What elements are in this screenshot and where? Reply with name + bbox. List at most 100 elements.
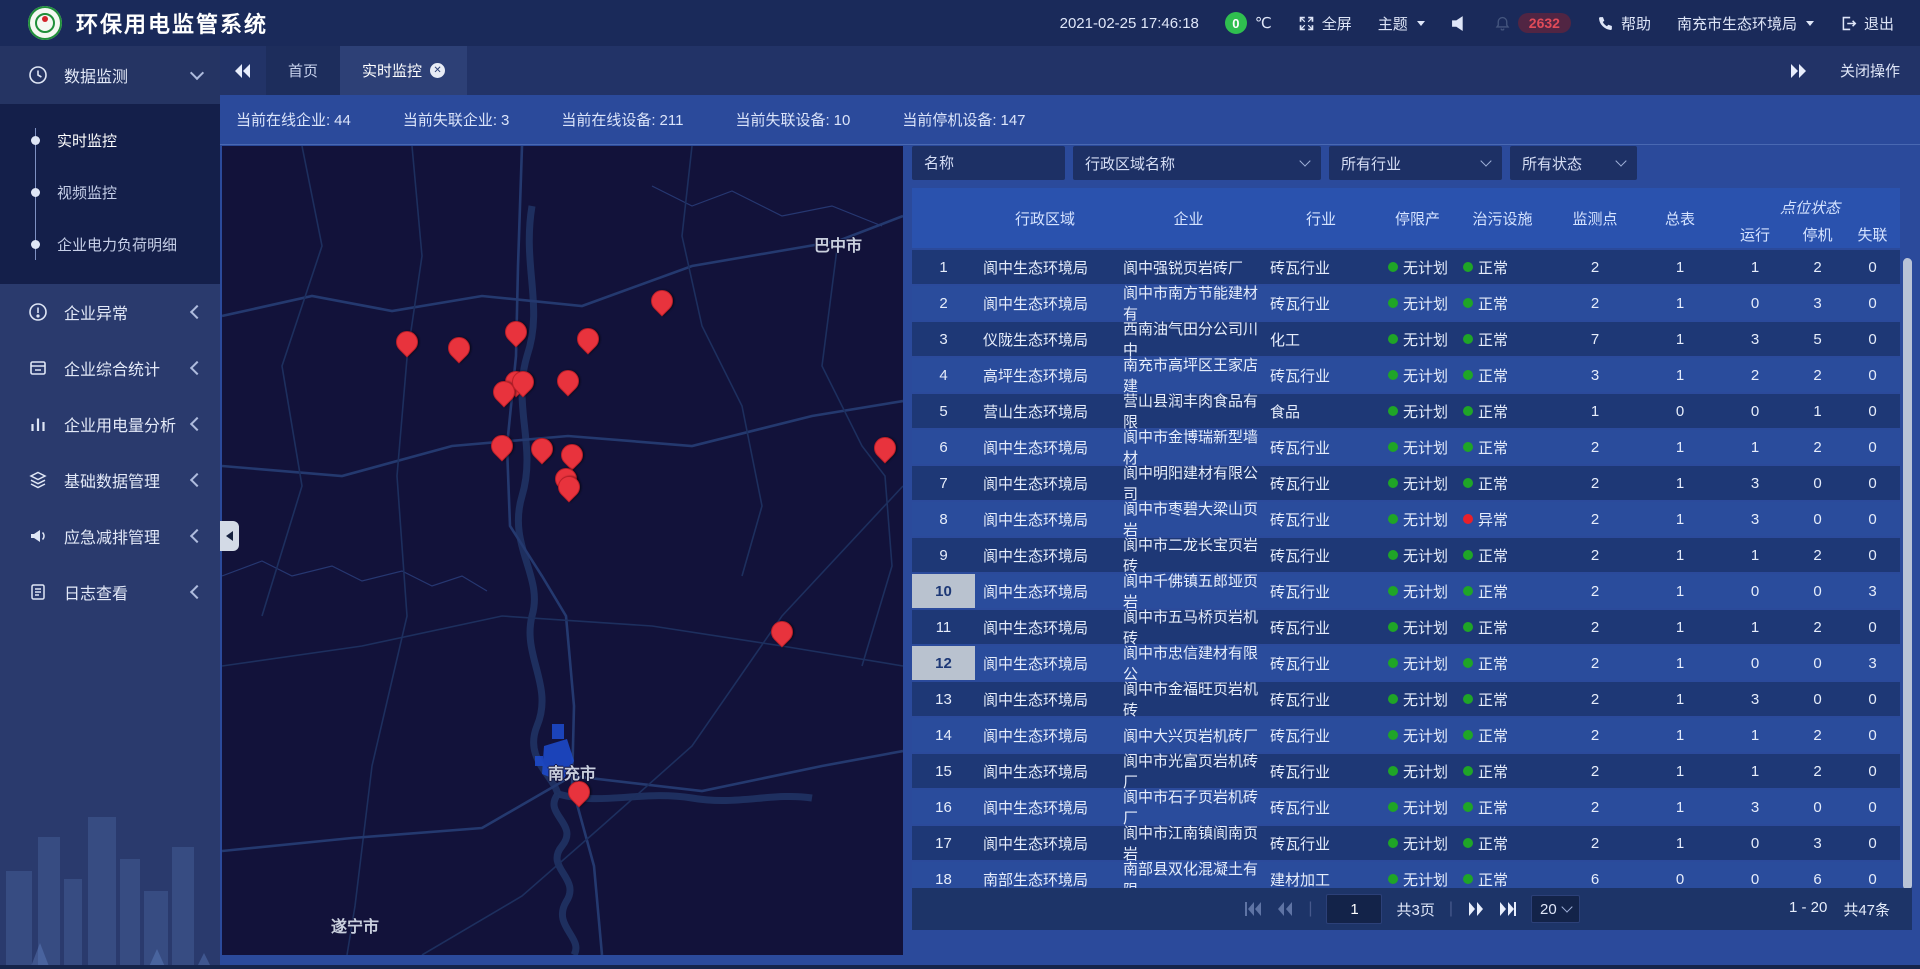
total-meter-count: 1 [1640,610,1720,644]
tab-label: 首页 [288,60,318,81]
volume-icon[interactable] [1451,15,1468,32]
status-label: 正常 [1478,761,1508,782]
column-header: 企业 [1115,188,1262,248]
table-row[interactable]: 1阆中生态环境局阆中强锐页岩砖厂砖瓦行业无计划正常21120 [912,250,1900,284]
status-cell: 无计划 [1380,538,1455,572]
halt-count: 2 [1790,754,1845,788]
status-label: 正常 [1478,797,1508,818]
halt-count: 5 [1790,322,1845,356]
table-row[interactable]: 11阆中生态环境局阆中市五马桥页岩机砖砖瓦行业无计划正常21120 [912,610,1900,644]
sidebar-subitem[interactable]: 实时监控 [0,114,220,166]
notifications-button[interactable]: 2632 [1494,13,1571,33]
region-cell: 阆中生态环境局 [975,790,1115,824]
table-row[interactable]: 6阆中生态环境局阆中市金博瑞新型墙材砖瓦行业无计划正常21120 [912,430,1900,464]
halt-count: 2 [1790,718,1845,752]
total-meter-count: 1 [1640,790,1720,824]
table-row[interactable]: 4高坪生态环境局南充市高坪区王家店建砖瓦行业无计划正常31220 [912,358,1900,392]
sidebar-item-5[interactable]: 基础数据管理 [0,452,220,508]
tab-home[interactable]: 首页 [266,46,340,95]
status-dot-icon [1463,730,1473,740]
tabs-scroll-right-button[interactable] [1790,64,1806,78]
company-cell: 阆中市五马桥页岩机砖 [1115,610,1262,644]
map-collapse-handle[interactable] [220,521,239,551]
halt-count: 0 [1790,682,1845,716]
status-label: 正常 [1478,365,1508,386]
industry-filter-select[interactable]: 所有行业 [1329,146,1502,180]
monitor-count: 2 [1550,502,1640,536]
prev-page-button[interactable] [1276,902,1294,916]
row-number: 5 [912,394,975,428]
status-label: 无计划 [1403,329,1448,350]
table-row[interactable]: 8阆中生态环境局阆中市枣碧大梁山页岩砖瓦行业无计划异常21300 [912,502,1900,536]
sidebar-item-7[interactable]: 日志查看 [0,564,220,620]
alert-icon [28,302,48,322]
tabs-scroll-left-button[interactable] [220,46,266,95]
sidebar-subitem[interactable]: 企业电力负荷明细 [0,218,220,270]
name-filter-input[interactable] [912,146,1065,180]
table-row[interactable]: 14阆中生态环境局阆中大兴页岩机砖厂砖瓦行业无计划正常21120 [912,718,1900,752]
page-number-input[interactable] [1326,894,1382,924]
status-filter-select[interactable]: 所有状态 [1510,146,1637,180]
double-chevron-left-icon [235,64,251,78]
fullscreen-button[interactable]: 全屏 [1298,13,1352,34]
status-label: 无计划 [1403,617,1448,638]
status-dot-icon [1463,838,1473,848]
status-filter-value: 所有状态 [1522,153,1582,174]
logout-button[interactable]: 退出 [1840,13,1894,34]
table-row[interactable]: 17阆中生态环境局阆中市江南镇阆南页岩砖瓦行业无计划正常21030 [912,826,1900,860]
status-label: 无计划 [1403,869,1448,890]
sidebar-item-4[interactable]: 企业用电量分析 [0,396,220,452]
status-label: 无计划 [1403,257,1448,278]
table-row[interactable]: 7阆中生态环境局阆中明阳建材有限公司砖瓦行业无计划正常21300 [912,466,1900,500]
company-cell: 阆中市金福旺页岩机砖 [1115,682,1262,716]
next-page-button[interactable] [1467,902,1485,916]
table-row[interactable]: 15阆中生态环境局阆中市光富页岩机砖厂砖瓦行业无计划正常21120 [912,754,1900,788]
table-row[interactable]: 13阆中生态环境局阆中市金福旺页岩机砖砖瓦行业无计划正常21300 [912,682,1900,716]
run-count: 1 [1720,610,1790,644]
total-meter-count: 1 [1640,646,1720,680]
table-row[interactable]: 3仪陇生态环境局西南油气田分公司川中化工无计划正常71350 [912,322,1900,356]
last-page-button[interactable] [1499,902,1517,916]
first-page-button[interactable] [1244,902,1262,916]
sidebar-item-3[interactable]: 企业综合统计 [0,340,220,396]
org-menu[interactable]: 南充市生态环境局 [1677,13,1814,34]
company-cell: 阆中市二龙长宝页岩砖 [1115,538,1262,572]
table-row[interactable]: 5营山生态环境局营山县润丰肉食品有限食品无计划正常10010 [912,394,1900,428]
close-icon[interactable]: ✕ [430,63,445,78]
lost-count: 0 [1845,862,1900,890]
help-button[interactable]: 帮助 [1597,13,1651,34]
region-filter-select[interactable]: 行政区域名称 [1073,146,1321,180]
column-header: 总表 [1640,188,1720,248]
chevron-left-icon [190,473,204,487]
help-label: 帮助 [1621,13,1651,34]
company-cell: 阆中市光富页岩机砖厂 [1115,754,1262,788]
theme-menu[interactable]: 主题 [1378,13,1425,34]
chevron-left-icon [190,529,204,543]
sidebar-item-2[interactable]: 企业异常 [0,284,220,340]
region-cell: 阆中生态环境局 [975,718,1115,752]
sidebar-item-6[interactable]: 应急减排管理 [0,508,220,564]
run-count: 1 [1720,718,1790,752]
table-row[interactable]: 12阆中生态环境局阆中市忠信建材有限公砖瓦行业无计划正常21003 [912,646,1900,680]
table-row[interactable]: 2阆中生态环境局阆中市南方节能建材有砖瓦行业无计划正常21030 [912,286,1900,320]
tab-label: 实时监控 [362,60,422,81]
page-size-select[interactable]: 20 [1531,895,1580,923]
column-header: 停限产 [1380,188,1455,248]
table-row[interactable]: 10阆中生态环境局阆中千佛镇五郎垭页岩砖瓦行业无计划正常21003 [912,574,1900,608]
sidebar-item-1[interactable]: 数据监测 [0,46,220,104]
status-label: 正常 [1478,869,1508,890]
table-row[interactable]: 16阆中生态环境局阆中市石子页岩机砖厂砖瓦行业无计划正常21300 [912,790,1900,824]
table-scrollbar[interactable] [1903,258,1912,890]
industry-cell: 砖瓦行业 [1262,250,1380,284]
map-panel[interactable]: 巴中市南充市遂宁市 [222,146,903,955]
region-cell: 阆中生态环境局 [975,538,1115,572]
bullet-icon [31,188,40,197]
table-row[interactable]: 18南部生态环境局南部县双化混凝土有限建材加工无计划正常60060 [912,862,1900,890]
halt-count: 0 [1790,466,1845,500]
tab-realtime-monitor[interactable]: 实时监控 ✕ [340,46,467,95]
company-cell: 阆中市枣碧大梁山页岩 [1115,502,1262,536]
sidebar-subitem[interactable]: 视频监控 [0,166,220,218]
row-number: 7 [912,466,975,500]
close-operations-menu[interactable]: 关闭操作 [1840,60,1900,81]
table-row[interactable]: 9阆中生态环境局阆中市二龙长宝页岩砖砖瓦行业无计划正常21120 [912,538,1900,572]
